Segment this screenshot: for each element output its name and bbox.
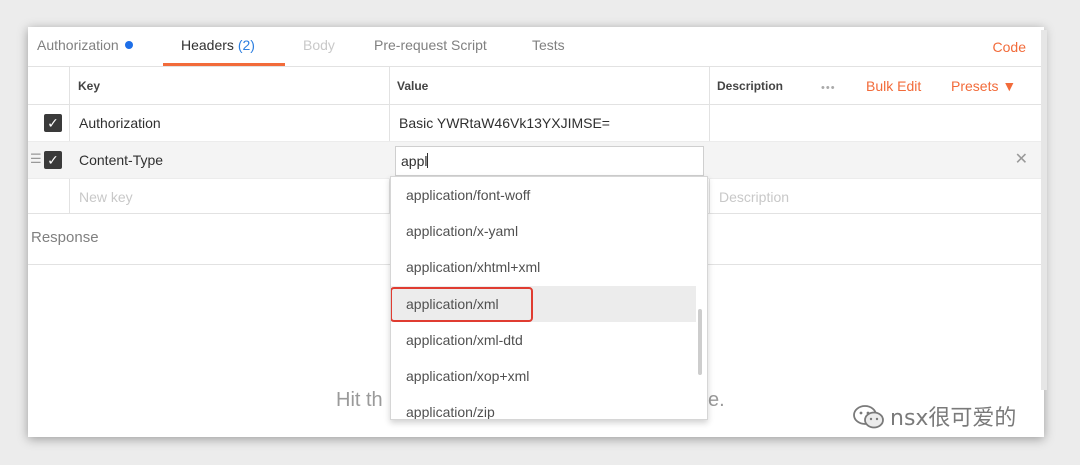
header-value-text: appl (401, 153, 428, 169)
active-tab-underline (163, 63, 285, 66)
active-indicator-dot (124, 41, 133, 49)
tab-headers[interactable]: Headers (2) (181, 37, 255, 53)
column-description: Description (717, 79, 784, 93)
header-key[interactable]: Content-Type (79, 142, 163, 178)
tab-pre-request-script[interactable]: Pre-request Script (374, 37, 487, 53)
send-hint-right: e. (708, 389, 725, 411)
delete-row-icon[interactable]: ✕ (1015, 142, 1028, 178)
watermark-text: nsx很可爱的 (890, 406, 1017, 431)
new-key-input[interactable]: New key (79, 179, 133, 215)
new-description-input[interactable]: Description (719, 179, 789, 215)
autocomplete-option[interactable]: application/xhtml+xml (391, 249, 696, 285)
page-scrollbar[interactable] (1041, 30, 1047, 390)
watermark: nsx很可爱的 (852, 400, 1016, 432)
send-hint-left: Hit th (336, 389, 383, 411)
code-link[interactable]: Code (993, 39, 1026, 55)
tab-headers-label: Headers (181, 37, 234, 53)
autocomplete-option[interactable]: application/xop+xml (391, 358, 696, 394)
tab-body[interactable]: Body (303, 37, 335, 53)
column-value: Value (397, 79, 429, 93)
autocomplete-option-highlighted[interactable]: application/xml (391, 286, 696, 322)
headers-count: (2) (237, 37, 255, 53)
drag-handle-icon[interactable]: ☰ (30, 150, 42, 168)
row-enabled-checkbox[interactable]: ✓ (44, 151, 62, 169)
table-row: ☰ ✓ Content-Type appl ✕ (28, 142, 1044, 179)
highlight-annotation-box (391, 287, 533, 322)
more-options-icon[interactable]: ••• (821, 67, 836, 105)
postman-request-panel: Authorization Headers (2) Body Pre-reque… (28, 27, 1044, 437)
header-value-input[interactable]: appl (395, 146, 704, 176)
tab-tests[interactable]: Tests (532, 37, 565, 53)
headers-table-header: Key Value Description ••• Bulk Edit Pres… (28, 67, 1044, 105)
row-enabled-checkbox[interactable]: ✓ (44, 114, 62, 132)
request-tabs: Authorization Headers (2) Body Pre-reque… (28, 27, 1044, 67)
column-key: Key (78, 79, 101, 93)
header-value[interactable]: Basic YWRtaW46Vk13YXJIMSE= (399, 105, 610, 141)
dropdown-scrollbar[interactable] (698, 309, 702, 375)
content-type-autocomplete: application/font-woff application/x-yaml… (390, 176, 708, 420)
header-key[interactable]: Authorization (79, 105, 161, 141)
autocomplete-option[interactable]: application/x-yaml (391, 213, 696, 249)
bulk-edit-button[interactable]: Bulk Edit (866, 67, 921, 105)
presets-dropdown[interactable]: Presets ▼ (951, 67, 1016, 105)
autocomplete-option[interactable]: application/zip (391, 394, 696, 419)
autocomplete-option[interactable]: application/font-woff (391, 177, 696, 213)
tab-authorization[interactable]: Authorization (37, 37, 133, 53)
table-row: ✓ Authorization Basic YWRtaW46Vk13YXJIMS… (28, 105, 1044, 142)
response-label: Response (31, 229, 99, 246)
text-caret (427, 153, 429, 168)
autocomplete-option[interactable]: application/xml-dtd (391, 322, 696, 358)
tab-authorization-label: Authorization (37, 37, 119, 53)
wechat-icon (853, 405, 884, 429)
